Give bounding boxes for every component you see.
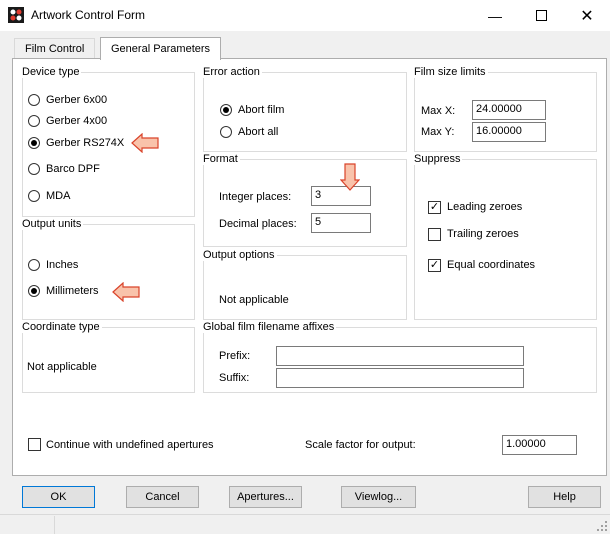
left-arrow-icon bbox=[112, 282, 140, 302]
equal-coordinates-label: Equal coordinates bbox=[447, 259, 536, 271]
title-bar[interactable]: Artwork Control Form — ✕ bbox=[0, 0, 610, 31]
output-options-group: Output options bbox=[203, 249, 407, 320]
window-title: Artwork Control Form bbox=[31, 8, 146, 22]
radio-abort-all[interactable] bbox=[220, 126, 232, 138]
device-type-label: Device type bbox=[22, 66, 82, 78]
integer-places-label: Integer places: bbox=[219, 191, 292, 203]
decimal-places-input[interactable]: 5 bbox=[311, 213, 371, 233]
suppress-label: Suppress bbox=[414, 153, 463, 165]
max-y-label: Max Y: bbox=[421, 126, 455, 138]
checkmark-icon: ✓ bbox=[429, 201, 440, 213]
maximize-icon bbox=[535, 10, 547, 21]
prefix-label: Prefix: bbox=[219, 350, 251, 362]
abort-film-label: Abort film bbox=[238, 104, 285, 116]
coordinate-type-group: Coordinate type bbox=[22, 321, 195, 393]
checkmark-icon: ✓ bbox=[429, 259, 440, 271]
radio-mda[interactable] bbox=[28, 190, 40, 202]
continue-undefined-apertures-checkbox[interactable] bbox=[28, 438, 41, 451]
trailing-zeroes-checkbox[interactable] bbox=[428, 228, 441, 241]
max-x-label: Max X: bbox=[421, 105, 456, 117]
abort-all-label: Abort all bbox=[238, 126, 279, 138]
gerber-4x00-label: Gerber 4x00 bbox=[46, 115, 108, 127]
close-button[interactable]: ✕ bbox=[564, 0, 610, 31]
global-affixes-label: Global film filename affixes bbox=[203, 321, 337, 333]
max-x-input[interactable]: 24.00000 bbox=[472, 100, 546, 120]
radio-gerber-6x00[interactable] bbox=[28, 94, 40, 106]
app-icon bbox=[8, 7, 24, 23]
format-group: Format bbox=[203, 153, 407, 247]
minimize-icon: — bbox=[488, 7, 502, 24]
output-options-label: Output options bbox=[203, 249, 277, 261]
output-options-value: Not applicable bbox=[219, 294, 289, 306]
barco-dpf-label: Barco DPF bbox=[46, 163, 100, 175]
millimeters-label: Millimeters bbox=[46, 285, 99, 297]
help-button[interactable]: Help bbox=[528, 486, 601, 508]
leading-zeroes-label: Leading zeroes bbox=[447, 201, 523, 213]
radio-gerber-rs274x[interactable] bbox=[28, 137, 40, 149]
mda-label: MDA bbox=[46, 190, 71, 202]
format-label: Format bbox=[203, 153, 240, 165]
minimize-button[interactable]: — bbox=[472, 0, 518, 31]
viewlog-button[interactable]: Viewlog... bbox=[341, 486, 416, 508]
close-icon: ✕ bbox=[580, 7, 594, 25]
radio-barco-dpf[interactable] bbox=[28, 163, 40, 175]
error-action-group: Error action bbox=[203, 66, 407, 152]
status-divider bbox=[54, 516, 55, 534]
gerber-6x00-label: Gerber 6x00 bbox=[46, 94, 108, 106]
gerber-rs274x-label: Gerber RS274X bbox=[46, 137, 125, 149]
radio-millimeters[interactable] bbox=[28, 285, 40, 297]
left-arrow-icon bbox=[131, 133, 159, 153]
radio-abort-film[interactable] bbox=[220, 104, 232, 116]
suffix-input[interactable] bbox=[276, 368, 524, 388]
decimal-places-label: Decimal places: bbox=[219, 218, 297, 230]
suffix-label: Suffix: bbox=[219, 372, 250, 384]
continue-undefined-apertures-label: Continue with undefined apertures bbox=[46, 439, 214, 451]
down-arrow-icon bbox=[340, 163, 360, 191]
tab-general-parameters[interactable]: General Parameters bbox=[100, 37, 222, 60]
maximize-button[interactable] bbox=[518, 0, 564, 31]
error-action-label: Error action bbox=[203, 66, 262, 78]
equal-coordinates-checkbox[interactable]: ✓ bbox=[428, 259, 441, 272]
ok-button[interactable]: OK bbox=[22, 486, 95, 508]
inches-label: Inches bbox=[46, 259, 79, 271]
scale-factor-input[interactable]: 1.00000 bbox=[502, 435, 577, 455]
output-units-group: Output units bbox=[22, 218, 195, 320]
cancel-button[interactable]: Cancel bbox=[126, 486, 199, 508]
radio-inches[interactable] bbox=[28, 259, 40, 271]
radio-gerber-4x00[interactable] bbox=[28, 115, 40, 127]
resize-grip-icon[interactable] bbox=[596, 520, 608, 532]
coordinate-type-label: Coordinate type bbox=[22, 321, 102, 333]
trailing-zeroes-label: Trailing zeroes bbox=[447, 228, 519, 240]
apertures-button[interactable]: Apertures... bbox=[229, 486, 302, 508]
coordinate-type-value: Not applicable bbox=[27, 361, 97, 373]
prefix-input[interactable] bbox=[276, 346, 524, 366]
film-size-limits-label: Film size limits bbox=[414, 66, 488, 78]
leading-zeroes-checkbox[interactable]: ✓ bbox=[428, 201, 441, 214]
output-units-label: Output units bbox=[22, 218, 84, 230]
status-separator bbox=[0, 514, 610, 515]
scale-factor-label: Scale factor for output: bbox=[305, 439, 416, 451]
tab-film-control[interactable]: Film Control bbox=[14, 38, 96, 59]
max-y-input[interactable]: 16.00000 bbox=[472, 122, 546, 142]
